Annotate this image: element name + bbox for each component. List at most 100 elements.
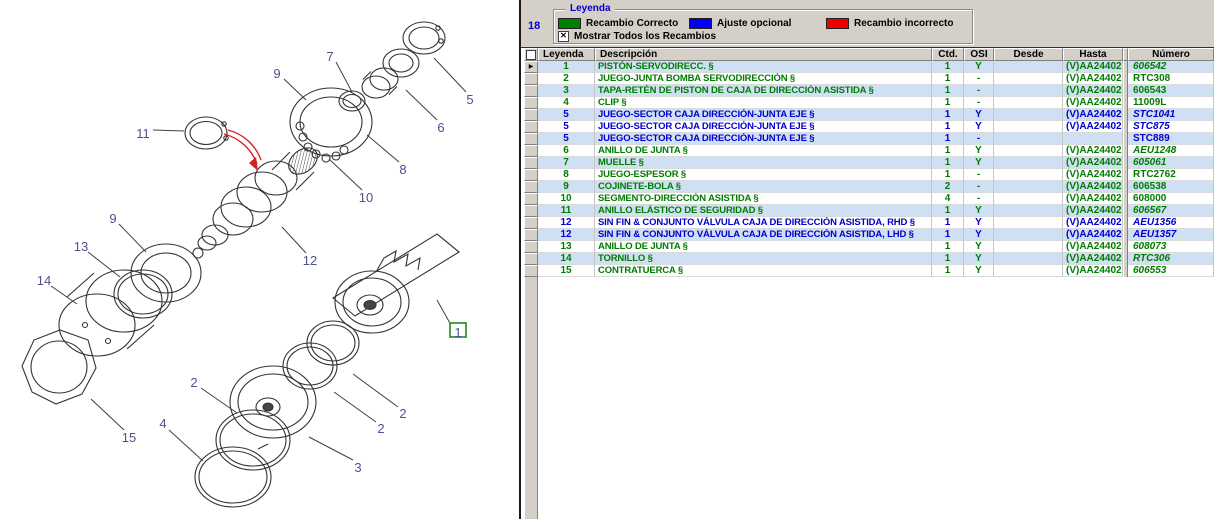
table-row[interactable]: 7MUELLE §1Y(V)AA244022605061 <box>524 157 1214 169</box>
table-row[interactable]: ▶1PISTÓN-SERVODIRECC. §1Y(V)AA2440226065… <box>524 61 1214 73</box>
part-callout-7[interactable]: 7 <box>326 49 333 64</box>
cell-osi: Y <box>964 241 994 253</box>
cell-osi: Y <box>964 217 994 229</box>
cell-leyenda: 8 <box>538 169 595 181</box>
record-selector[interactable] <box>524 121 538 133</box>
record-selector[interactable] <box>524 205 538 217</box>
callouts-layer: 795611810913141212221543 <box>37 49 474 475</box>
table-row[interactable]: 5JUEGO-SECTOR CAJA DIRECCIÓN-JUNTA EJE §… <box>524 133 1214 145</box>
cell-desde <box>994 193 1063 205</box>
record-selector[interactable] <box>524 193 538 205</box>
cell-descripcion: CLIP § <box>595 97 932 109</box>
cell-hasta: (V)AA244022 <box>1063 229 1123 241</box>
header-select-all[interactable] <box>524 48 538 61</box>
cell-ctd: 2 <box>932 181 964 193</box>
select-all-checkbox[interactable] <box>526 50 536 60</box>
record-selector[interactable] <box>524 169 538 181</box>
cell-leyenda: 13 <box>538 241 595 253</box>
cell-leyenda: 9 <box>538 181 595 193</box>
table-row[interactable]: 15CONTRATUERCA §1Y(V)AA244022606553 <box>524 265 1214 277</box>
cell-descripcion: ANILLO ELÁSTICO DE SEGURIDAD § <box>595 205 932 217</box>
column-header-2[interactable]: Ctd. <box>932 48 964 61</box>
cell-leyenda: 2 <box>538 73 595 85</box>
record-selector[interactable] <box>524 253 538 265</box>
table-row[interactable]: 11ANILLO ELÁSTICO DE SEGURIDAD §1Y(V)AA2… <box>524 205 1214 217</box>
table-row[interactable]: 9COJINETE-BOLA §2-(V)AA244022606538 <box>524 181 1214 193</box>
table-row[interactable]: 6ANILLO DE JUNTA §1Y(V)AA244022AEU1248 <box>524 145 1214 157</box>
part-callout-2[interactable]: 2 <box>399 406 406 421</box>
column-header-4[interactable]: Desde <box>994 48 1063 61</box>
cell-leyenda: 11 <box>538 205 595 217</box>
table-row[interactable]: 5JUEGO-SECTOR CAJA DIRECCIÓN-JUNTA EJE §… <box>524 109 1214 121</box>
show-all-parts-row: ✕ Mostrar Todos los Recambios <box>558 30 716 42</box>
part-callout-4[interactable]: 4 <box>159 416 166 431</box>
cell-numero: 606543 <box>1128 85 1214 97</box>
table-row[interactable]: 13ANILLO DE JUNTA §1Y(V)AA244022608073 <box>524 241 1214 253</box>
part-callout-2[interactable]: 2 <box>377 421 384 436</box>
table-row[interactable]: 5JUEGO-SECTOR CAJA DIRECCIÓN-JUNTA EJE §… <box>524 121 1214 133</box>
table-row[interactable]: 14TORNILLO §1Y(V)AA244022RTC306 <box>524 253 1214 265</box>
cell-hasta: (V)AA244022 <box>1063 121 1123 133</box>
record-selector[interactable] <box>524 241 538 253</box>
part-callout-2[interactable]: 2 <box>190 375 197 390</box>
cell-numero: AEU1357 <box>1128 229 1214 241</box>
legend-item-label: Ajuste opcional <box>717 18 791 29</box>
record-selector[interactable] <box>524 133 538 145</box>
part-callout-5[interactable]: 5 <box>466 92 473 107</box>
cell-desde <box>994 181 1063 193</box>
column-header-1[interactable]: Descripción <box>595 48 932 61</box>
table-row[interactable]: 12SIN FIN & CONJUNTO VÁLVULA CAJA DE DIR… <box>524 217 1214 229</box>
cell-numero: RTC308 <box>1128 73 1214 85</box>
part-callout-10[interactable]: 10 <box>359 190 373 205</box>
table-row[interactable]: 2JUEGO-JUNTA BOMBA SERVODIRECCIÓN §1-(V)… <box>524 73 1214 85</box>
table-row[interactable]: 4CLIP §1-(V)AA24402211009L <box>524 97 1214 109</box>
legend-groupbox: Leyenda Recambio CorrectoAjuste opcional… <box>553 9 973 44</box>
table-row[interactable]: 3TAPA-RETÉN DE PISTON DE CAJA DE DIRECCI… <box>524 85 1214 97</box>
cell-ctd: 1 <box>932 241 964 253</box>
cell-numero: RTC306 <box>1128 253 1214 265</box>
cell-desde <box>994 229 1063 241</box>
record-selector[interactable] <box>524 181 538 193</box>
cell-numero: 606538 <box>1128 181 1214 193</box>
show-all-parts-checkbox[interactable]: ✕ <box>558 31 569 42</box>
cell-ctd: 1 <box>932 61 964 73</box>
part-callout-12[interactable]: 12 <box>303 253 317 268</box>
cell-numero: RTC2762 <box>1128 169 1214 181</box>
cell-ctd: 1 <box>932 121 964 133</box>
parts-datasheet: LeyendaDescripciónCtd.OSIDesdeHasta Númer… <box>521 48 1214 519</box>
part-callout-13[interactable]: 13 <box>74 239 88 254</box>
record-selector[interactable] <box>524 109 538 121</box>
part-callout-14[interactable]: 14 <box>37 273 51 288</box>
cell-hasta: (V)AA244022 <box>1063 109 1123 121</box>
cell-leyenda: 5 <box>538 133 595 145</box>
record-selector[interactable] <box>524 217 538 229</box>
part-callout-9[interactable]: 9 <box>273 66 280 81</box>
part-callout-6[interactable]: 6 <box>437 120 444 135</box>
cell-descripcion: COJINETE-BOLA § <box>595 181 932 193</box>
part-callout-15[interactable]: 15 <box>122 430 136 445</box>
column-header-0[interactable]: Leyenda <box>538 48 595 61</box>
record-selector[interactable] <box>524 145 538 157</box>
record-selector[interactable] <box>524 73 538 85</box>
record-selector[interactable] <box>524 85 538 97</box>
part-callout-8[interactable]: 8 <box>399 162 406 177</box>
record-selector[interactable] <box>524 157 538 169</box>
column-header-5[interactable]: Hasta <box>1063 48 1123 61</box>
column-header-3[interactable]: OSI <box>964 48 994 61</box>
table-row[interactable]: 10SEGMENTO-DIRECCIÓN ASISTIDA §4-(V)AA24… <box>524 193 1214 205</box>
record-selector[interactable] <box>524 265 538 277</box>
record-selector[interactable] <box>524 97 538 109</box>
part-callout-3[interactable]: 3 <box>354 460 361 475</box>
legend-color-swatch <box>558 18 581 29</box>
cell-leyenda: 6 <box>538 145 595 157</box>
legend-item-label: Recambio incorrecto <box>854 18 953 29</box>
table-row[interactable]: 12SIN FIN & CONJUNTO VÁLVULA CAJA DE DIR… <box>524 229 1214 241</box>
part-callout-9[interactable]: 9 <box>109 211 116 226</box>
part-callout-11[interactable]: 11 <box>136 126 150 141</box>
current-record-marker[interactable]: ▶ <box>524 61 538 73</box>
diagram-panel: 795611810913141212221543 <box>0 0 519 519</box>
record-selector[interactable] <box>524 229 538 241</box>
part-callout-1[interactable]: 1 <box>454 325 461 340</box>
column-header-6[interactable]: Número <box>1128 48 1214 61</box>
table-row[interactable]: 8JUEGO-ESPESOR §1-(V)AA244022RTC2762 <box>524 169 1214 181</box>
